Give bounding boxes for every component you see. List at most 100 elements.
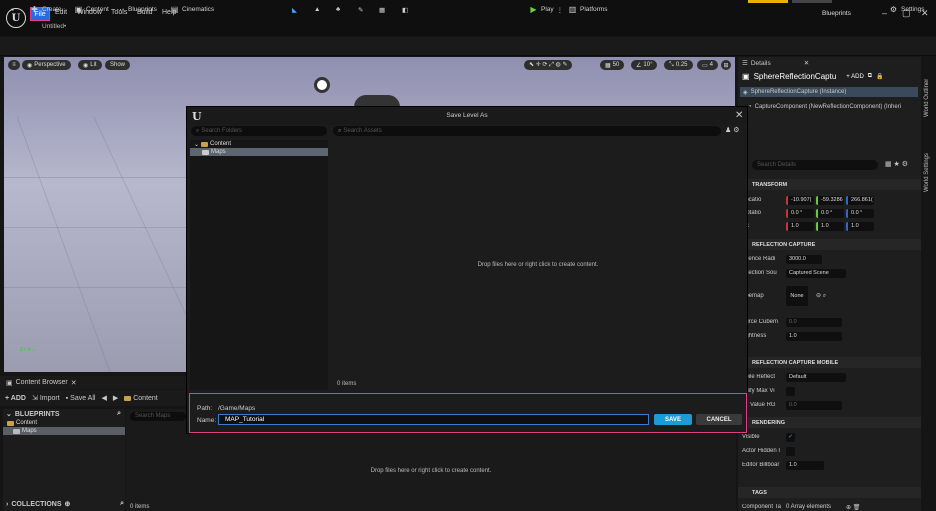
transform-section[interactable]: TRANSFORM (738, 179, 921, 190)
angle-value: 10° (643, 62, 653, 68)
cb-tree-content[interactable]: Content (3, 419, 125, 427)
world-outliner-tab[interactable]: World Outliner (924, 79, 930, 117)
blueprints-button[interactable]: ⋯ Blueprints (116, 3, 157, 16)
show-button[interactable]: Show (105, 60, 131, 70)
add-component-button[interactable]: + ADD (846, 74, 864, 80)
select-mode-icon[interactable]: ◣ (292, 3, 297, 16)
tags-section[interactable]: TAGS (738, 487, 921, 498)
minimize-icon[interactable]: – (882, 8, 887, 18)
mesh-mode-icon[interactable]: ▦ (379, 3, 385, 16)
foliage-mode-icon[interactable]: ♣ (336, 3, 340, 16)
grid-view-icon[interactable]: ▦ ★ ⚙ (885, 160, 908, 168)
details-search-input[interactable]: Search Details (752, 160, 878, 170)
back-icon[interactable]: ◀ (101, 394, 106, 402)
paint-mode-icon[interactable]: ✎ (358, 3, 363, 16)
cancel-button[interactable]: CANCEL (696, 414, 742, 425)
yellow-indicator (748, 0, 788, 3)
cb-items-count: 0 items (130, 504, 150, 510)
import-button[interactable]: ⇲ Import (32, 394, 60, 403)
add-collection-icon[interactable]: ⊕ (65, 500, 71, 508)
cb-add-button[interactable]: + ADD (5, 395, 26, 402)
rotation-z[interactable]: 0.0 ° (846, 208, 874, 218)
visible-checkbox[interactable]: ✓ (786, 432, 795, 442)
scale-snap-button[interactable]: ⤡ 0.25 (664, 60, 693, 70)
details-tab[interactable]: ☰ Details ✕ (742, 59, 809, 68)
content-browser-tab[interactable]: Content Browser (16, 379, 68, 386)
blueprints-section-header[interactable]: ⌄ BLUEPRINTS ⌕ (3, 409, 125, 419)
actor-name[interactable]: SphereReflectionCaptu (754, 72, 837, 81)
add-tag-icon[interactable]: ⊕ 🗑 (846, 504, 860, 511)
location-z[interactable]: 266.861( (846, 195, 874, 205)
source-cubemap-row: ource Cubem 0.0 (742, 316, 917, 328)
cb-search-placeholder: Search Maps (135, 413, 171, 419)
lock-icon[interactable]: 🔒 (876, 73, 883, 80)
scale-x[interactable]: 1.0 (786, 221, 814, 231)
path-root-breadcrumb[interactable]: Content (124, 395, 158, 402)
save-icon[interactable]: ▪ (8, 3, 17, 16)
mobile-reflect-select[interactable]: Default (786, 372, 846, 382)
blueprint-icon[interactable]: ⧉ (868, 73, 872, 80)
dialog-close-icon[interactable]: ✕ (735, 110, 743, 121)
rendering-section[interactable]: RENDERING (738, 417, 921, 428)
folders-search-input[interactable]: ⌕ Search Folders (191, 126, 327, 136)
settings-button[interactable]: ⚙ Settings (889, 3, 925, 16)
collections-search-icon[interactable]: ⌕ (120, 500, 124, 508)
source-select[interactable]: Captured Scene (786, 268, 846, 278)
collections-header[interactable]: › COLLECTIONS ⊕ ⌕ (6, 500, 124, 508)
rotation-y[interactable]: 0.0 ° (816, 208, 844, 218)
cinematics-button[interactable]: ▤ Cinematics (170, 3, 214, 16)
sun-light-icon[interactable] (314, 77, 330, 93)
brightness-input[interactable]: 1.0 (786, 331, 842, 341)
cb-search-input[interactable]: Search Maps (130, 412, 186, 421)
transform-tools[interactable]: ⬉ ✛ ⟳ ⤢ ◍ ✎ (524, 60, 573, 70)
tree-item-content[interactable]: ⌄ Content (190, 140, 328, 148)
cb-tree-maps[interactable]: Maps (3, 427, 125, 435)
mobile-section[interactable]: REFLECTION CAPTURE MOBILE (738, 357, 921, 368)
play-button[interactable]: ▶ Play ⋮ (529, 3, 563, 16)
filter-settings-icon[interactable]: ♟ ⚙ (725, 126, 740, 134)
angle-snap-button[interactable]: ∠ 10° (631, 60, 658, 70)
viewport-menu-button[interactable]: ≡ (8, 60, 20, 70)
tree-item-maps[interactable]: Maps (190, 148, 328, 156)
component-row[interactable]: ◔ CaptureComponent (NewReflectionComponen… (748, 104, 901, 110)
rotation-x[interactable]: 0.0 ° (786, 208, 814, 218)
save-button[interactable]: SAVE (654, 414, 692, 425)
max-value-input[interactable]: 0.0 (786, 400, 842, 410)
blueprints-section-label: BLUEPRINTS (14, 410, 60, 418)
perspective-button[interactable]: ◉ Perspective (22, 60, 71, 70)
platforms-button[interactable]: ▥ Platforms (568, 3, 608, 16)
close-tab-icon[interactable]: ✕ (71, 379, 77, 387)
editor-billboard-input[interactable]: 1.0 (786, 460, 824, 470)
component-label: CaptureComponent (NewReflectionComponent… (754, 104, 902, 110)
world-settings-tab[interactable]: World Settings (924, 153, 930, 192)
influence-input[interactable]: 3000.0 (786, 254, 822, 264)
close-details-icon[interactable]: ✕ (804, 59, 809, 67)
modify-checkbox[interactable] (786, 386, 795, 396)
landscape-mode-icon[interactable]: ▲ (314, 3, 320, 16)
grid-snap-button[interactable]: ▦ 50 (600, 60, 625, 70)
reflection-capture-section[interactable]: REFLECTION CAPTURE (738, 239, 921, 250)
content-button[interactable]: ▣ Content (74, 3, 109, 16)
location-x[interactable]: -10.907( (786, 195, 814, 205)
scale-y[interactable]: 1.0 (816, 221, 844, 231)
lit-button[interactable]: ◉ Lit (78, 60, 102, 70)
actor-hidden-checkbox[interactable] (786, 446, 795, 456)
maximize-viewport-button[interactable]: ⊞ (721, 60, 731, 70)
source-cubemap-input[interactable]: 0.0 (786, 317, 842, 327)
level-name-input[interactable] (218, 414, 649, 425)
search-icon[interactable]: ⌕ (117, 410, 121, 418)
cubemap-thumbnail[interactable]: None (786, 286, 808, 306)
forward-icon[interactable]: ▶ (113, 394, 118, 402)
level-tab[interactable]: Untitled• (42, 23, 66, 30)
play-options-icon[interactable]: ⋮ (557, 6, 564, 14)
assets-search-input[interactable]: ⌕ Search Assets (333, 126, 721, 136)
instance-row[interactable]: ◈ SphereReflectionCapture (Instance) (740, 87, 918, 97)
cubemap-search-icon[interactable]: ⊖ ⌕ (816, 292, 826, 300)
create-button[interactable]: ✚ Create (30, 3, 61, 16)
camera-speed-button[interactable]: ▭ 4 (697, 60, 719, 70)
save-all-button[interactable]: ▪ Save All (66, 395, 96, 402)
location-y[interactable]: -59.3286 (816, 195, 844, 205)
platforms-label: Platforms (580, 6, 608, 13)
scale-z[interactable]: 1.0 (846, 221, 874, 231)
fracture-mode-icon[interactable]: ◧ (402, 3, 408, 16)
